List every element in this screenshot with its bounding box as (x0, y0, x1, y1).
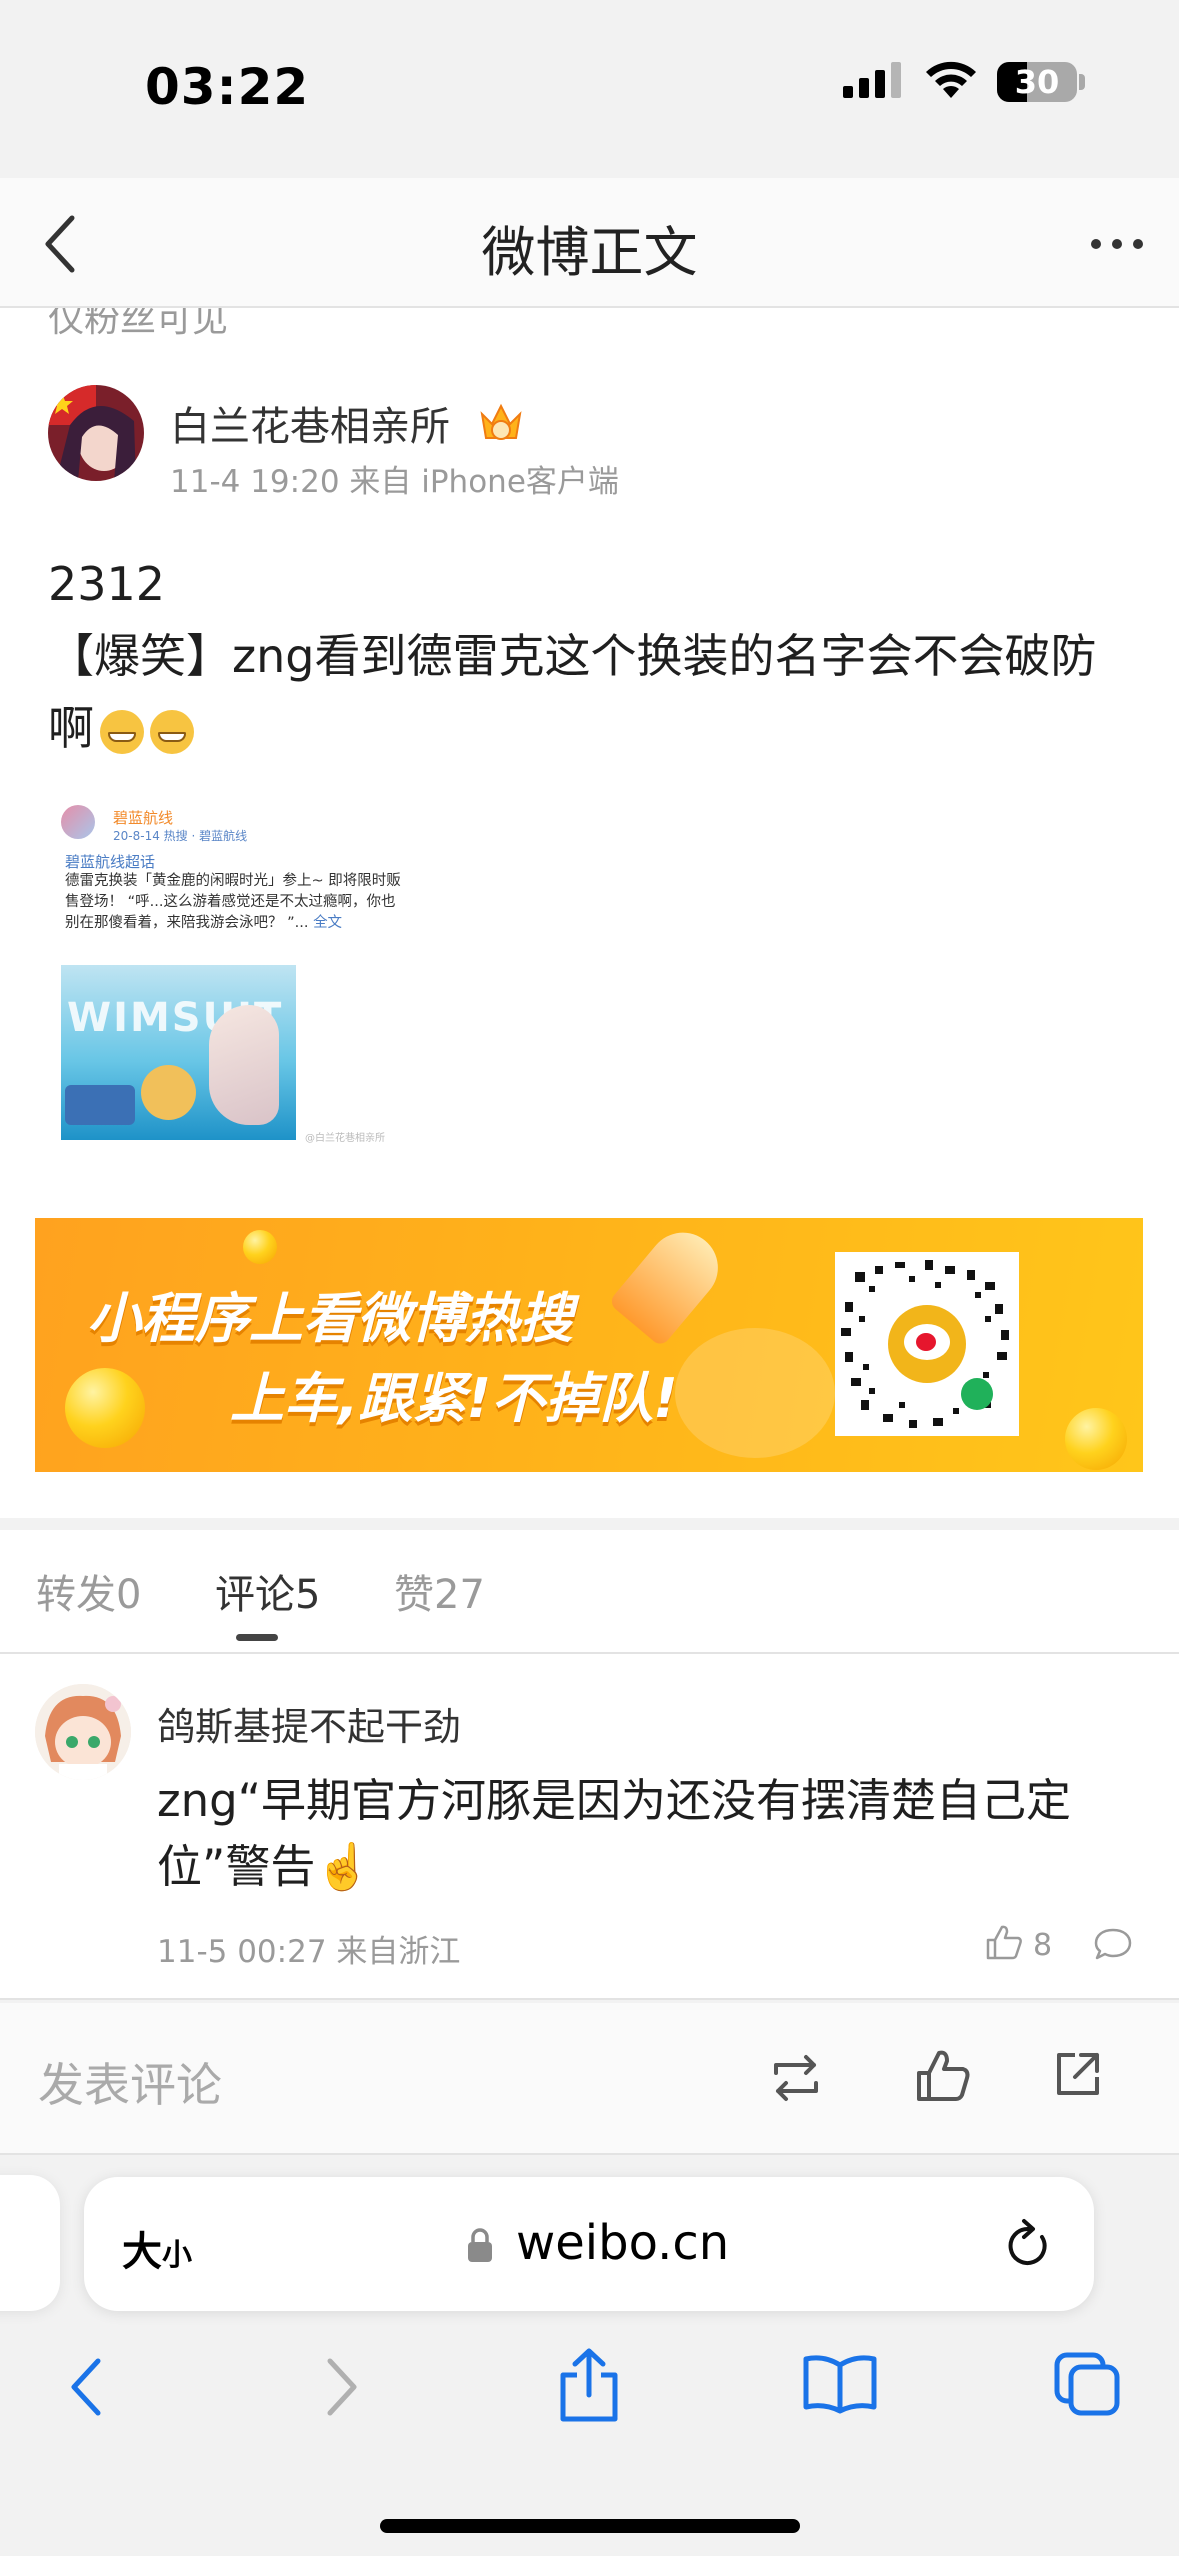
tab-likes[interactable]: 赞27 (394, 1562, 485, 1620)
compose-bar: 发表评论 (0, 2003, 1179, 2155)
comment-input[interactable]: 发表评论 (38, 2049, 222, 2115)
post-text-line: 【爆笑】zng看到德雷克这个换装的名字会不会破防啊 (48, 620, 1138, 764)
repost-body: 德雷克换装「黄金鹿的闲暇时光」参上~ 即将限时贩售登场！ “呼...这么游着感觉… (65, 871, 405, 934)
qr-code-icon (835, 1252, 1019, 1436)
commenter-avatar[interactable] (35, 1684, 131, 1780)
weibo-logo-decoration (675, 1328, 835, 1458)
tabs-overview-icon[interactable] (1053, 2351, 1123, 2417)
reload-icon[interactable] (1002, 2217, 1052, 2271)
browser-chrome: 大小 weibo.cn (0, 2155, 1179, 2556)
ad-decoration-ball (1065, 1408, 1127, 1470)
repost-avatar (61, 805, 95, 839)
ad-subline: 上车,跟紧!不掉队! (230, 1367, 678, 1430)
bookmarks-icon[interactable] (802, 2353, 878, 2415)
repost-topic: 碧蓝航线超话 (65, 853, 156, 871)
qr-center-logo (888, 1305, 966, 1383)
comment-item: 鸽斯基提不起干劲 zng“早期官方河豚是因为还没有摆清楚自己定位”警告☝️ 11… (0, 1654, 1179, 2000)
thumbnail-character (209, 1005, 279, 1125)
battery-icon: 30 (997, 62, 1077, 102)
mini-program-ad-banner[interactable]: 小程序上看微博热搜 上车,跟紧!不掉队! (35, 1218, 1143, 1472)
ad-decoration-ball (243, 1230, 277, 1264)
visibility-note: 仅粉丝可见 (48, 308, 229, 340)
commenter-name[interactable]: 鸽斯基提不起干劲 (157, 1696, 461, 1751)
nav-header: 微博正文 (0, 178, 1179, 308)
grin-emoji-icon (100, 709, 144, 754)
previous-tab-preview[interactable] (0, 2175, 60, 2311)
thumbnail-ball (141, 1065, 196, 1120)
tab-reposts[interactable]: 转发0 (36, 1562, 141, 1620)
post-image[interactable]: 碧蓝航线 20-8-14 热搜 · 碧蓝航线 碧蓝航线超话 德雷克换装「黄金鹿的… (55, 793, 405, 1144)
ad-headline: 小程序上看微博热搜 (87, 1287, 573, 1350)
post-text-line: 2312 (48, 557, 166, 611)
author-avatar[interactable] (48, 385, 144, 481)
interaction-tabs: 转发0 评论5 赞27 (0, 1530, 1179, 1654)
repost-author: 碧蓝航线 (113, 809, 174, 827)
signal-icon (843, 62, 901, 98)
url-text[interactable]: weibo.cn (516, 2215, 729, 2271)
grin-emoji-icon (150, 709, 194, 754)
more-icon[interactable] (1090, 238, 1144, 250)
comment-like-count: 8 (1033, 1928, 1053, 1963)
wifi-icon (926, 61, 976, 98)
tab-comments[interactable]: 评论5 (215, 1562, 320, 1620)
repost-more-link: 全文 (313, 915, 343, 931)
battery-level: 30 (1014, 63, 1060, 101)
thumbnail-float (65, 1085, 135, 1125)
thumbs-up-icon[interactable] (915, 2049, 971, 2103)
reply-bubble-icon[interactable] (1093, 1926, 1133, 1962)
thumbs-up-icon[interactable] (985, 1924, 1023, 1960)
repost-time: 20-8-14 热搜 · 碧蓝航线 (113, 829, 248, 843)
crown-badge-icon (480, 403, 522, 440)
mini-program-icon (961, 1378, 993, 1410)
home-indicator (380, 2519, 800, 2533)
status-time: 03:22 (145, 58, 310, 116)
address-bar[interactable]: 大小 weibo.cn (84, 2177, 1094, 2311)
lock-icon (468, 2228, 492, 2262)
image-watermark: @白兰花巷相亲所 (305, 1133, 385, 1144)
weibo-eye-icon (904, 1324, 950, 1360)
post-text: 2312 【爆笑】zng看到德雷克这个换装的名字会不会破防啊 (48, 548, 1138, 764)
comment-meta: 11-5 00:27 来自浙江 (157, 1934, 461, 1970)
share-sheet-icon[interactable] (557, 2347, 621, 2423)
rocket-icon (607, 1218, 733, 1348)
share-icon[interactable] (1055, 2051, 1101, 2097)
text-size-small: 小 (162, 2238, 192, 2273)
active-tab-indicator (236, 1634, 278, 1641)
author-name[interactable]: 白兰花巷相亲所 (170, 394, 450, 452)
text-size-large: 大 (122, 2229, 162, 2275)
post-card: 仅粉丝可见 白兰花巷相亲所 11-4 19:20 来自 iPhone客户端 23… (0, 308, 1179, 1518)
page-title: 微博正文 (481, 221, 698, 284)
comment-text: zng“早期官方河豚是因为还没有摆清楚自己定位”警告☝️ (157, 1774, 1072, 1893)
repost-icon[interactable] (766, 2053, 826, 2103)
post-meta: 11-4 19:20 来自 iPhone客户端 (170, 464, 619, 500)
repost-thumbnail: WIMSUIT (61, 965, 296, 1140)
forward-arrow-icon[interactable] (322, 2355, 362, 2419)
battery-cap (1079, 74, 1085, 90)
back-arrow-icon[interactable] (66, 2355, 106, 2419)
text-size-button[interactable]: 大小 (122, 2219, 192, 2277)
post-text-body: 【爆笑】zng看到德雷克这个换装的名字会不会破防啊 (48, 629, 1097, 755)
ad-decoration-ball (65, 1368, 145, 1448)
repost-body-text: 德雷克换装「黄金鹿的闲暇时光」参上~ 即将限时贩售登场！ “呼...这么游着感觉… (65, 873, 401, 931)
